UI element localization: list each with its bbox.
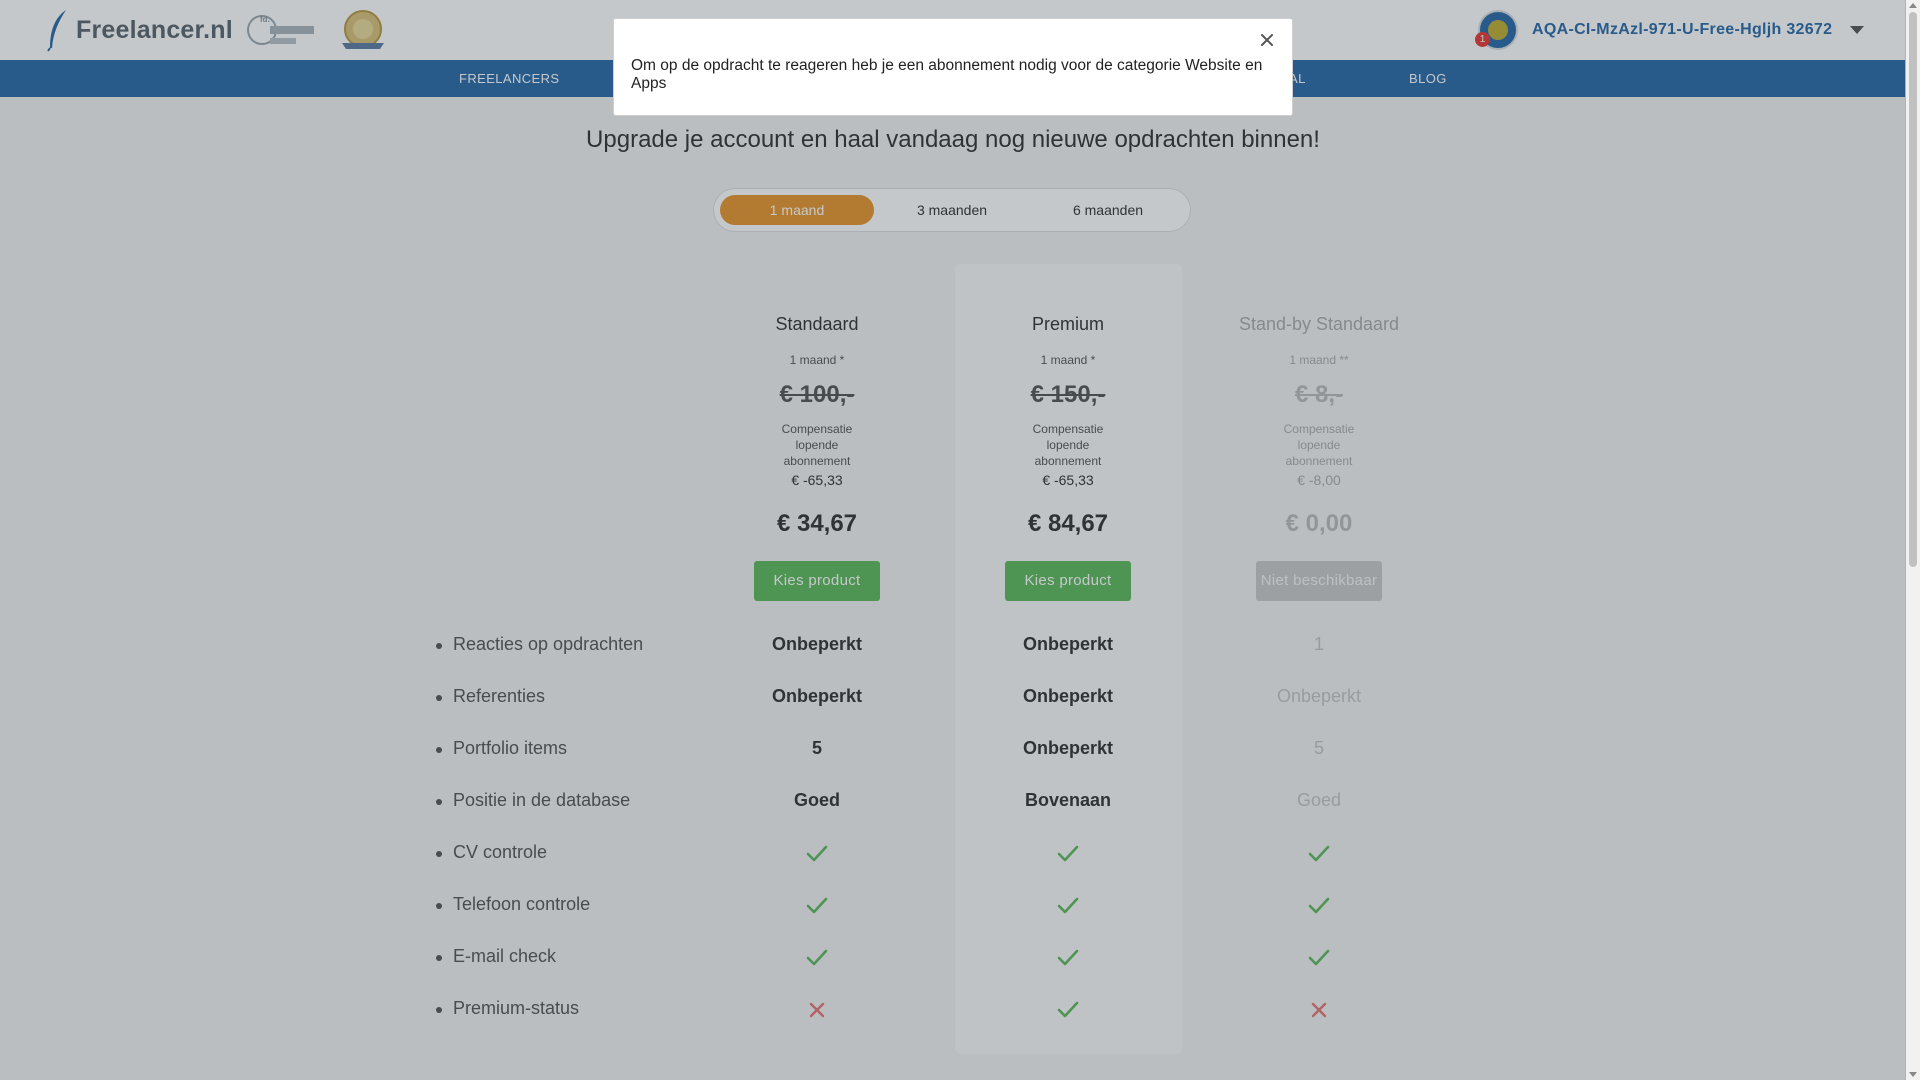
scroll-down-arrow-icon[interactable] — [1909, 1072, 1917, 1077]
subscription-required-dialog: Om op de opdracht te reageren heb je een… — [613, 18, 1293, 116]
modal-backdrop[interactable] — [0, 0, 1906, 1080]
dialog-message: Om op de opdracht te reageren heb je een… — [631, 57, 1263, 92]
close-icon[interactable] — [1256, 29, 1278, 51]
scroll-up-arrow-icon[interactable] — [1909, 3, 1917, 8]
scrollbar-thumb[interactable] — [1909, 12, 1917, 567]
page-scrollbar[interactable] — [1905, 0, 1920, 1080]
